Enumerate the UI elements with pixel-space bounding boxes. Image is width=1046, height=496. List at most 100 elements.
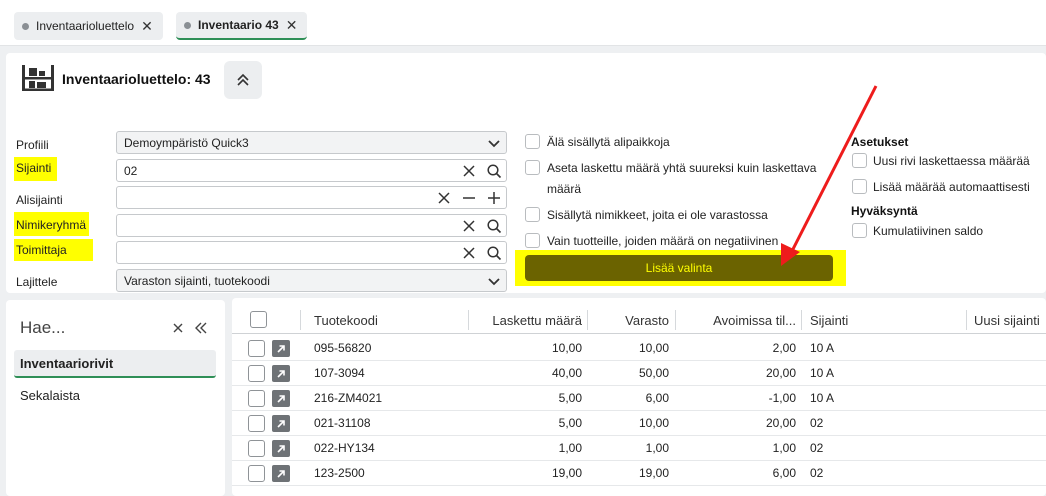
search-icon[interactable]	[486, 163, 502, 179]
profiili-value: Demoympäristö Quick3	[124, 136, 249, 150]
cell-varasto: 6,00	[645, 391, 669, 405]
arrow-up-right-icon	[277, 444, 285, 453]
grid-header: Tuotekoodi Laskettu määrä Varasto Avoimi…	[232, 308, 1046, 334]
cell-sijainti: 02	[810, 416, 824, 430]
row-checkbox[interactable]	[248, 415, 265, 432]
cell-sijainti: 02	[810, 441, 824, 455]
add-selection-button[interactable]: Lisää valinta	[525, 255, 833, 281]
table-row[interactable]: 021-31108 5,00 10,00 20,00 02	[232, 411, 1046, 436]
sijainti-input[interactable]: 02	[116, 159, 507, 182]
open-row-button[interactable]	[272, 365, 290, 382]
alisijainti-label: Alisijainti	[16, 193, 63, 207]
lisaa-maara-label: Lisää määrää automaattisesti	[873, 180, 1030, 194]
cell-sijainti: 02	[810, 466, 824, 480]
close-icon[interactable]: ✕	[141, 19, 153, 33]
kumulatiivinen-checkbox[interactable]	[852, 223, 867, 238]
row-checkbox[interactable]	[248, 390, 265, 407]
table-row[interactable]: 095-56820 10,00 10,00 2,00 10 A	[232, 336, 1046, 361]
cell-tuotekoodi: 123-2500	[314, 466, 365, 480]
open-row-button[interactable]	[272, 465, 290, 482]
open-row-button[interactable]	[272, 415, 290, 432]
minus-icon[interactable]	[461, 190, 477, 206]
table-row[interactable]: 022-HY134 1,00 1,00 1,00 02	[232, 436, 1046, 461]
arrow-up-right-icon	[277, 469, 285, 478]
row-checkbox[interactable]	[248, 465, 265, 482]
cell-avoimissa: 1,00	[772, 441, 796, 455]
left-navigation: Hae... Inventaariorivit Sekalaista	[6, 300, 225, 496]
table-row[interactable]: 107-3094 40,00 50,00 20,00 10 A	[232, 361, 1046, 386]
search-icon[interactable]	[486, 245, 502, 261]
negatiivinen-checkbox[interactable]	[525, 233, 540, 248]
search-icon[interactable]	[486, 218, 502, 234]
cell-sijainti: 10 A	[810, 341, 835, 355]
page-title: Inventaarioluettelo: 43	[62, 71, 211, 87]
column-header-tuotekoodi[interactable]: Tuotekoodi	[314, 313, 378, 328]
table-row[interactable]: 216-ZM4021 5,00 6,00 -1,00 10 A	[232, 386, 1046, 411]
cell-avoimissa: 2,00	[772, 341, 796, 355]
clear-icon[interactable]	[172, 322, 184, 334]
clear-icon[interactable]	[461, 218, 477, 234]
cell-tuotekoodi: 021-31108	[314, 416, 371, 430]
row-checkbox[interactable]	[248, 440, 265, 457]
uusi-rivi-label: Uusi rivi laskettaessa määrää	[873, 154, 1030, 168]
lajittele-label: Lajittele	[16, 275, 58, 289]
column-header-uusi-sijainti[interactable]: Uusi sijainti	[974, 313, 1040, 328]
kumulatiivinen-label: Kumulatiivinen saldo	[873, 224, 984, 238]
double-chevron-left-icon[interactable]	[194, 321, 208, 335]
column-header-laskettu[interactable]: Laskettu määrä	[468, 313, 582, 328]
cell-tuotekoodi: 022-HY134	[314, 441, 375, 455]
nav-item-inventaariorivit[interactable]: Inventaariorivit	[14, 350, 216, 378]
clear-icon[interactable]	[461, 163, 477, 179]
open-row-button[interactable]	[272, 340, 290, 357]
arrow-up-right-icon	[277, 394, 285, 403]
ei-varastossa-checkbox[interactable]	[525, 207, 540, 222]
nav-item-sekalaista[interactable]: Sekalaista	[14, 382, 216, 410]
laskettu-label-line1: Aseta laskettu määrä yhtä suureksi kuin …	[547, 161, 817, 175]
cell-laskettu: 5,00	[558, 391, 582, 405]
select-all-checkbox[interactable]	[250, 311, 267, 328]
cell-laskettu: 40,00	[551, 366, 582, 380]
uusi-rivi-checkbox[interactable]	[852, 153, 867, 168]
column-header-varasto[interactable]: Varasto	[587, 313, 669, 328]
lisaa-maara-checkbox[interactable]	[852, 179, 867, 194]
open-row-button[interactable]	[272, 390, 290, 407]
chevron-down-icon[interactable]	[486, 273, 502, 289]
cell-tuotekoodi: 107-3094	[314, 366, 365, 380]
cell-tuotekoodi: 216-ZM4021	[314, 391, 383, 405]
clear-icon[interactable]	[461, 245, 477, 261]
cell-avoimissa: 20,00	[765, 366, 796, 380]
close-icon[interactable]: ✕	[286, 18, 298, 32]
cell-varasto: 1,00	[645, 441, 669, 455]
tab-inventaario-43[interactable]: Inventaario 43 ✕	[176, 12, 308, 40]
plus-icon[interactable]	[486, 190, 502, 206]
profiili-select[interactable]: Demoympäristö Quick3	[116, 131, 507, 154]
cell-tuotekoodi: 095-56820	[314, 341, 372, 355]
negatiivinen-label: Vain tuotteille, joiden määrä on negatii…	[547, 234, 779, 248]
laskettu-checkbox[interactable]	[525, 160, 540, 175]
collapse-button[interactable]	[224, 61, 262, 99]
toimittaja-input[interactable]	[116, 241, 507, 264]
tab-inventaarioluettelo[interactable]: Inventaarioluettelo ✕	[14, 12, 163, 40]
cell-varasto: 10,00	[638, 341, 669, 355]
cell-avoimissa: -1,00	[768, 391, 796, 405]
alisijainti-input[interactable]	[116, 186, 507, 209]
lajittele-select[interactable]: Varaston sijainti, tuotekoodi	[116, 269, 507, 292]
open-row-button[interactable]	[272, 440, 290, 457]
row-checkbox[interactable]	[248, 340, 265, 357]
lajittele-value: Varaston sijainti, tuotekoodi	[124, 274, 270, 288]
chevron-down-icon[interactable]	[486, 135, 502, 151]
warehouse-shelves-icon	[22, 65, 54, 91]
inventory-grid: Tuotekoodi Laskettu määrä Varasto Avoimi…	[232, 298, 1046, 496]
row-checkbox[interactable]	[248, 365, 265, 382]
nav-search-input[interactable]: Hae...	[20, 318, 65, 338]
column-header-sijainti[interactable]: Sijainti	[810, 313, 848, 328]
cell-varasto: 50,00	[638, 366, 669, 380]
tab-bar: Inventaarioluettelo ✕ Inventaario 43 ✕	[0, 0, 1046, 46]
column-header-avoimissa[interactable]: Avoimissa til...	[675, 313, 796, 328]
alipaikat-checkbox[interactable]	[525, 134, 540, 149]
alipaikat-label: Älä sisällytä alipaikkoja	[547, 135, 670, 149]
clear-icon[interactable]	[436, 190, 452, 206]
nimikeryhma-input[interactable]	[116, 214, 507, 237]
table-row[interactable]: 123-2500 19,00 19,00 6,00 02	[232, 461, 1046, 486]
arrow-up-right-icon	[277, 419, 285, 428]
